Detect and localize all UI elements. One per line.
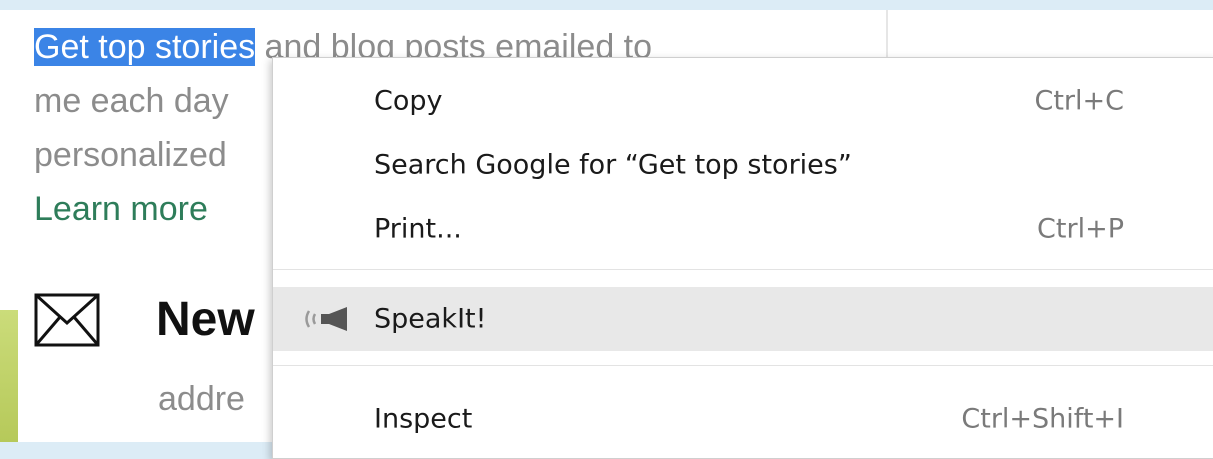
address-label: addre xyxy=(158,380,245,418)
menu-item-label: SpeakIt! xyxy=(374,303,487,335)
menu-item-label: Inspect xyxy=(374,403,473,435)
learn-more-link[interactable]: Learn more xyxy=(34,190,208,228)
menu-item-shortcut: Ctrl+P xyxy=(1037,213,1124,245)
selected-text[interactable]: Get top stories xyxy=(34,28,256,66)
menu-item-label: Search Google for “Get top stories” xyxy=(374,149,852,181)
menu-item-shortcut: Ctrl+C xyxy=(1034,85,1124,117)
menu-separator xyxy=(273,269,1213,270)
menu-item-print[interactable]: Print... Ctrl+P xyxy=(273,197,1213,261)
newsletter-title: New xyxy=(156,293,255,346)
menu-item-search-google[interactable]: Search Google for “Get top stories” xyxy=(273,133,1213,197)
menu-item-label: Copy xyxy=(374,85,443,117)
accent-bar xyxy=(0,310,18,442)
menu-item-label: Print... xyxy=(374,213,462,245)
menu-item-inspect[interactable]: Inspect Ctrl+Shift+I xyxy=(273,387,1213,451)
menu-separator xyxy=(273,365,1213,366)
menu-item-speakit[interactable]: SpeakIt! xyxy=(273,287,1213,351)
speaker-icon xyxy=(305,307,347,331)
envelope-icon xyxy=(34,293,100,346)
menu-item-copy[interactable]: Copy Ctrl+C xyxy=(273,69,1213,133)
newsletter-section: New xyxy=(34,292,255,347)
context-menu[interactable]: Copy Ctrl+C Search Google for “Get top s… xyxy=(272,57,1213,459)
menu-item-shortcut: Ctrl+Shift+I xyxy=(961,403,1124,435)
